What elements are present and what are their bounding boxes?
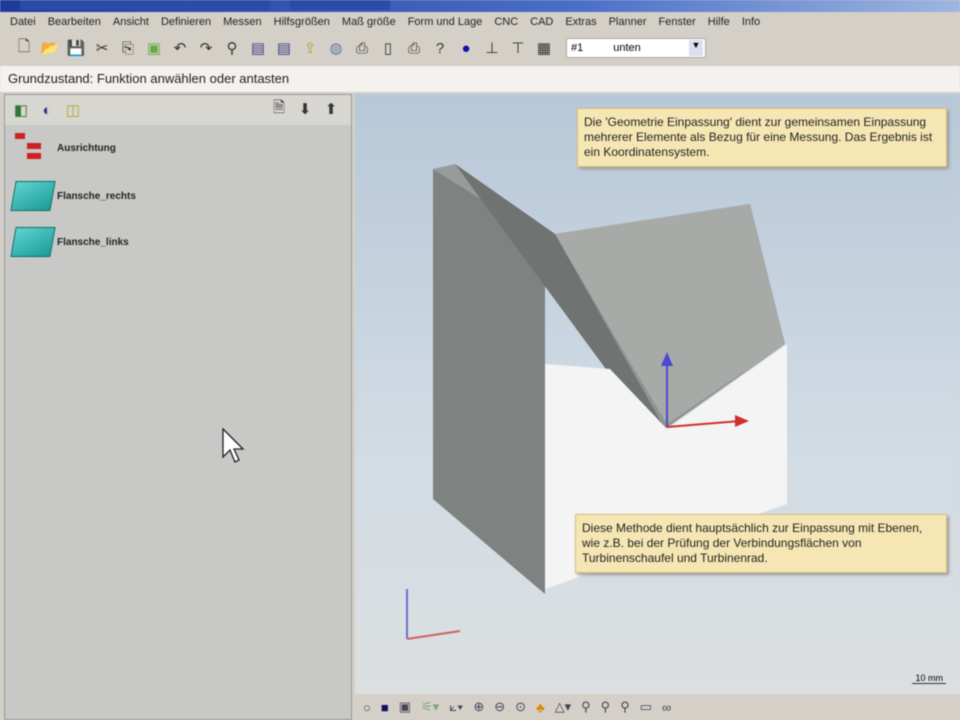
cmm-icon[interactable]: ⚲ bbox=[620, 699, 630, 715]
title-bar bbox=[0, 0, 960, 12]
menu-definieren[interactable]: Definieren bbox=[161, 16, 211, 28]
chevron-down-icon[interactable]: ▼ bbox=[689, 40, 703, 56]
view-toolbar: ○ ■ ▣ ⚟▾ ⟀▾ ⊕ ⊖ ⊙ ♣ △▾ ⚲ ⚲ ⚲ ▭ ∞ bbox=[355, 694, 960, 720]
arrow-up-icon[interactable]: ⬆ bbox=[321, 99, 341, 119]
menu-massgroesse[interactable]: Maß größe bbox=[342, 16, 396, 28]
trash-icon[interactable]: ▯ bbox=[378, 38, 398, 58]
combo-prefix: #1 bbox=[571, 42, 584, 54]
mouse-cursor-icon bbox=[222, 427, 245, 463]
menu-form-und-lage[interactable]: Form und Lage bbox=[408, 16, 483, 28]
tree-item-label: Flansche_links bbox=[57, 236, 129, 248]
toolbar: 🗋 📂 💾 ✂ ⎘ ▣ ↶ ↷ ⚲ ▤ ▤ ⇪ ◍ ⎙ ▯ ⎙ ? ● ⊥ ⊤ … bbox=[0, 32, 960, 64]
menu-extras[interactable]: Extras bbox=[565, 16, 596, 28]
coordinate-system-icon bbox=[13, 133, 53, 163]
info-note-top: Die 'Geometrie Einpassung' dient zur gem… bbox=[577, 108, 947, 167]
tree-item-label: Flansche_rechts bbox=[57, 190, 136, 202]
probe-view-icon[interactable]: △▾ bbox=[555, 699, 572, 715]
folder-up-icon[interactable]: ⇪ bbox=[300, 38, 320, 58]
print-icon[interactable]: ⎙ bbox=[352, 38, 372, 58]
features-tab-icon[interactable]: ◧ bbox=[11, 100, 31, 120]
probe-icon[interactable]: ⊥ bbox=[482, 38, 502, 58]
menu-messen[interactable]: Messen bbox=[223, 16, 262, 28]
rotate-icon[interactable]: ♣ bbox=[536, 700, 545, 715]
probe-change-icon[interactable]: ⊤ bbox=[508, 38, 528, 58]
wireframe-icon[interactable]: ▣ bbox=[399, 699, 411, 715]
zoom-out-icon[interactable]: ⊖ bbox=[494, 699, 505, 715]
info-note-bottom: Diese Methode dient hauptsächlich zur Ei… bbox=[575, 514, 947, 573]
cad-viewport[interactable]: Die 'Geometrie Einpassung' dient zur gem… bbox=[355, 94, 960, 694]
menu-hilfsgroessen[interactable]: Hilfsgrößen bbox=[274, 16, 330, 28]
menu-cnc[interactable]: CNC bbox=[494, 16, 518, 28]
binoculars-icon[interactable]: ⚲ bbox=[222, 38, 242, 58]
tree-item-ausrichtung[interactable]: Ausrichtung bbox=[13, 133, 116, 163]
probe-tool-icon[interactable]: ⚲ bbox=[581, 699, 591, 715]
document-icon[interactable]: 🗎 bbox=[269, 99, 289, 119]
feature-tree-panel: ◧ ◐ ◫ 🗎 ⬇ ⬆ Ausrichtung Flansche_rechts … bbox=[4, 94, 352, 720]
table-grid-icon[interactable]: ▦ bbox=[534, 38, 554, 58]
arrow-down-icon[interactable]: ⬇ bbox=[295, 99, 315, 119]
undo-icon[interactable]: ↶ bbox=[170, 38, 190, 58]
axis-view-icon[interactable]: ⟀▾ bbox=[449, 699, 463, 715]
zoom-fit-icon[interactable]: ⊙ bbox=[515, 699, 526, 715]
v-block-model bbox=[406, 164, 787, 640]
plane-icon bbox=[10, 181, 56, 211]
menu-planner[interactable]: Planner bbox=[609, 16, 647, 28]
table-icon[interactable]: ▤ bbox=[248, 38, 268, 58]
paste-icon[interactable]: ▣ bbox=[144, 38, 164, 58]
tree-item-flansche-rechts[interactable]: Flansche_rechts bbox=[10, 181, 136, 211]
panel-toolbar: ◧ ◐ ◫ 🗎 ⬇ ⬆ bbox=[5, 95, 351, 125]
copy-icon[interactable]: ⎘ bbox=[118, 38, 138, 58]
menu-bar: Datei Bearbeiten Ansicht Definieren Mess… bbox=[0, 12, 960, 32]
menu-ansicht[interactable]: Ansicht bbox=[113, 16, 149, 28]
menu-datei[interactable]: Datei bbox=[10, 16, 36, 28]
menu-hilfe[interactable]: Hilfe bbox=[708, 16, 730, 28]
tools-tab-icon[interactable]: ◫ bbox=[63, 100, 83, 120]
tree-item-label: Ausrichtung bbox=[57, 142, 116, 154]
combo-value: unten bbox=[613, 42, 641, 54]
save-icon[interactable]: 💾 bbox=[66, 38, 86, 58]
menu-fenster[interactable]: Fenster bbox=[659, 16, 696, 28]
probe-select[interactable]: #1 unten ▼ bbox=[566, 38, 706, 58]
status-line: Grundzustand: Funktion anwählen oder ant… bbox=[0, 66, 960, 92]
menu-info[interactable]: Info bbox=[742, 16, 760, 28]
sphere-icon[interactable]: ○ bbox=[363, 700, 371, 715]
list-icon[interactable]: ▤ bbox=[274, 38, 294, 58]
zoom-in-icon[interactable]: ⊕ bbox=[473, 699, 484, 715]
info-icon[interactable]: ● bbox=[456, 38, 476, 58]
open-folder-icon[interactable]: 📂 bbox=[40, 38, 60, 58]
tree-item-flansche-links[interactable]: Flansche_links bbox=[10, 227, 129, 257]
characteristics-tab-icon[interactable]: ◐ bbox=[37, 100, 57, 120]
screen-icon[interactable]: ▭ bbox=[640, 699, 652, 715]
menu-cad[interactable]: CAD bbox=[530, 16, 553, 28]
menu-bearbeiten[interactable]: Bearbeiten bbox=[48, 16, 101, 28]
print-preview-icon[interactable]: ⎙ bbox=[404, 38, 424, 58]
view-filter-icon[interactable]: ⚟▾ bbox=[421, 699, 439, 715]
new-file-icon[interactable]: 🗋 bbox=[14, 38, 34, 58]
glasses-icon[interactable]: ∞ bbox=[662, 700, 671, 715]
globe-icon[interactable]: ◍ bbox=[326, 38, 346, 58]
measure-icon[interactable]: ⚲ bbox=[601, 699, 611, 715]
cut-icon[interactable]: ✂ bbox=[92, 38, 112, 58]
help-icon[interactable]: ? bbox=[430, 38, 450, 58]
color-icon[interactable]: ■ bbox=[381, 700, 389, 715]
redo-icon[interactable]: ↷ bbox=[196, 38, 216, 58]
plane-icon bbox=[10, 227, 56, 257]
scale-label: 10 mm bbox=[912, 673, 946, 684]
